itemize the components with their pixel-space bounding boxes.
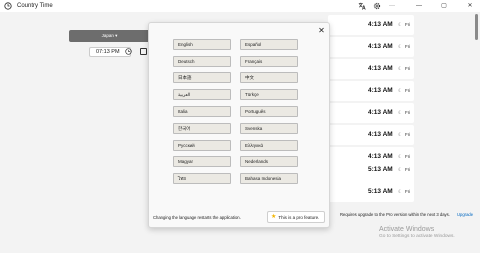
moon-icon: ☾ xyxy=(398,110,403,116)
language-button[interactable]: Ελληνικά xyxy=(240,140,298,151)
language-button[interactable]: ไทย xyxy=(173,173,231,184)
country-dropdown[interactable]: Japan ▾ xyxy=(69,30,150,42)
time-card[interactable]: 4:13 AM ☾ Fri xyxy=(328,81,414,101)
day-label: Fri xyxy=(405,66,411,71)
translate-icon[interactable] xyxy=(358,2,366,10)
maximize-icon[interactable]: ▢ xyxy=(440,2,448,10)
time-card[interactable]: 4:13 AM ☾ Fri xyxy=(328,37,414,57)
time-card[interactable]: 4:13 AM ☾ Fri xyxy=(328,103,414,123)
language-button[interactable]: Türkçe xyxy=(240,89,298,100)
language-button[interactable]: Magyar xyxy=(173,156,231,167)
scrollbar[interactable] xyxy=(475,14,478,214)
language-button[interactable]: Português xyxy=(240,106,298,117)
close-icon[interactable]: ✕ xyxy=(317,26,326,35)
time-card[interactable]: 4:13 AM ☾ Fri xyxy=(328,125,414,145)
moon-icon: ☾ xyxy=(398,88,403,94)
watermark-subtitle: Go to Settings to activate Windows. xyxy=(379,234,455,239)
language-button[interactable]: 中文 xyxy=(240,72,298,83)
language-button[interactable]: Русский xyxy=(173,140,231,151)
moon-icon: ☾ xyxy=(398,44,403,50)
activate-windows-watermark: Activate Windows Go to Settings to activ… xyxy=(379,225,455,240)
time-value: 4:13 AM xyxy=(368,153,393,160)
time-value: 4:13 AM xyxy=(368,65,393,72)
moon-icon: ☾ xyxy=(398,167,403,173)
left-pane: Japan ▾ 07:13 PM xyxy=(0,12,150,253)
pro-feature-badge[interactable]: ★ This is a pro feature. xyxy=(267,211,325,223)
time-value: 5:13 AM xyxy=(368,188,393,195)
country-dropdown-label: Japan xyxy=(101,33,114,38)
day-label: Fri xyxy=(405,44,411,49)
title-bar: Country Time ··· — ▢ ✕ xyxy=(0,0,480,12)
scrollbar-thumb[interactable] xyxy=(475,14,478,40)
upgrade-link[interactable]: Upgrade xyxy=(457,212,473,217)
language-button[interactable]: Español xyxy=(240,39,298,50)
minimize-icon[interactable]: — xyxy=(415,2,423,10)
day-label: Fri xyxy=(405,110,411,115)
language-button[interactable]: Deutsch xyxy=(173,56,231,67)
calendar-icon[interactable] xyxy=(140,48,147,55)
more-icon[interactable]: ··· xyxy=(388,2,396,10)
time-value: 4:13 AM xyxy=(368,43,393,50)
language-button[interactable]: Italia xyxy=(173,106,231,117)
time-value: 5:13 AM xyxy=(368,166,393,173)
watermark-title: Activate Windows xyxy=(379,226,435,233)
settings-icon[interactable] xyxy=(373,2,381,10)
clock-icon[interactable] xyxy=(125,48,132,55)
language-button[interactable]: Bahasa Indonesia xyxy=(240,173,298,184)
moon-icon: ☾ xyxy=(398,66,403,72)
time-card[interactable]: 4:13 AM ☾ Fri xyxy=(328,59,414,79)
language-button[interactable]: Français xyxy=(240,56,298,67)
star-icon: ★ xyxy=(271,214,277,220)
moon-icon: ☾ xyxy=(398,22,403,28)
day-label: Fri xyxy=(405,88,411,93)
language-button[interactable]: 日本語 xyxy=(173,72,231,83)
time-card[interactable]: 5:13 AM ☾ Fri xyxy=(328,160,414,180)
day-label: Fri xyxy=(405,167,411,172)
day-label: Fri xyxy=(405,154,411,159)
pro-feature-label: This is a pro feature. xyxy=(278,214,320,220)
language-restart-note: Changing the language restarts the appli… xyxy=(153,215,241,220)
chevron-down-icon: ▾ xyxy=(115,33,118,38)
app-title: Country Time xyxy=(17,3,53,9)
time-card[interactable]: 4:13 AM ☾ Fri xyxy=(328,15,414,35)
moon-icon: ☾ xyxy=(398,189,403,195)
day-label: Fri xyxy=(405,22,411,27)
moon-icon: ☾ xyxy=(398,132,403,138)
language-button[interactable]: العربية xyxy=(173,89,231,100)
app-clock-icon xyxy=(4,2,12,10)
time-value: 4:13 AM xyxy=(368,21,393,28)
language-button[interactable]: Svenska xyxy=(240,123,298,134)
time-card[interactable]: 5:13 AM ☾ Fri xyxy=(328,182,414,202)
language-button[interactable]: English xyxy=(173,39,231,50)
language-button[interactable]: 한국어 xyxy=(173,123,231,134)
time-value: 4:13 AM xyxy=(368,87,393,94)
language-button[interactable]: Nederlands xyxy=(240,156,298,167)
close-icon[interactable]: ✕ xyxy=(466,2,474,10)
language-dialog: ✕ English Español Deutsch Français 日本語 中… xyxy=(148,22,330,228)
time-value: 4:13 AM xyxy=(368,109,393,116)
pro-upgrade-note: Requires upgrade to the Pro version with… xyxy=(340,212,450,217)
day-label: Fri xyxy=(405,189,411,194)
time-value: 4:13 AM xyxy=(368,131,393,138)
day-label: Fri xyxy=(405,132,411,137)
